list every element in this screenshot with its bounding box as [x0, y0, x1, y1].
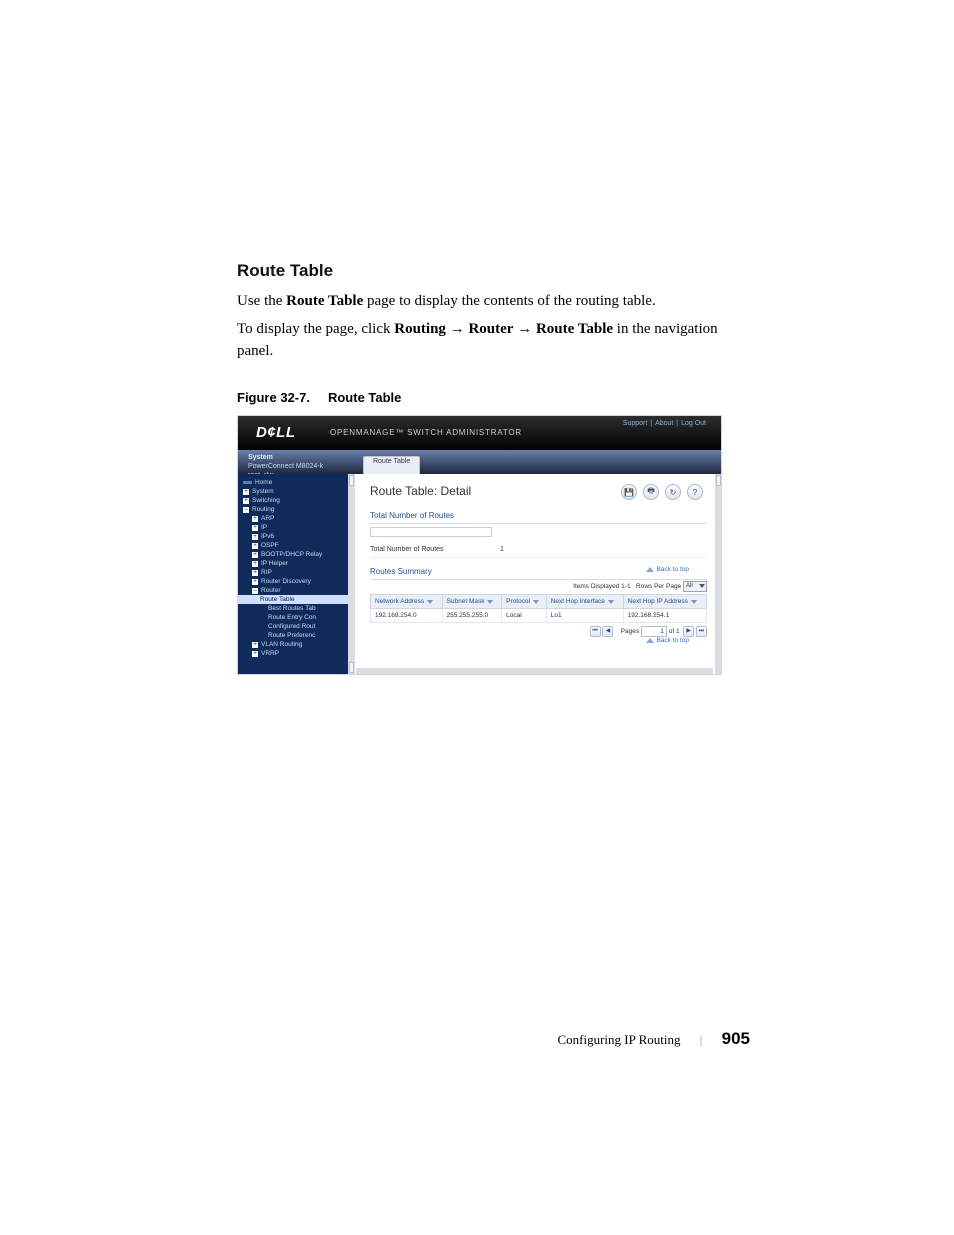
link-about[interactable]: About: [655, 420, 673, 427]
items-displayed-row: Items Displayed 1-1 Rows Per Page All: [370, 581, 707, 592]
nav-item[interactable]: Configured Rout: [238, 622, 355, 631]
nav-item[interactable]: Best Routes Tab: [238, 604, 355, 613]
app-header: D¢LL OPENMANAGE™ SWITCH ADMINISTRATOR Su…: [238, 416, 721, 450]
back-to-top-link[interactable]: Back to top: [646, 637, 689, 644]
nav-tree[interactable]: Home+System+Switching–Routing+ARP+IP+IPv…: [238, 474, 355, 674]
nav-item[interactable]: +IP: [238, 523, 355, 532]
nav-item[interactable]: +VLAN Routing: [238, 640, 355, 649]
nav-item[interactable]: +BOOTP/DHCP Relay: [238, 550, 355, 559]
breadcrumb-tab[interactable]: Route Table: [363, 456, 420, 474]
pager-last-icon[interactable]: ⏭: [696, 626, 707, 637]
link-support[interactable]: Support: [623, 420, 648, 427]
nav-item[interactable]: +RIP: [238, 568, 355, 577]
table-row: 192.168.254.0255.255.255.0LocalLo1192.16…: [371, 609, 707, 623]
screenshot-route-table: D¢LL OPENMANAGE™ SWITCH ADMINISTRATOR Su…: [237, 415, 722, 675]
pager-first-icon[interactable]: ⏮: [590, 626, 601, 637]
refresh-icon[interactable]: ↻: [665, 484, 681, 500]
col-header[interactable]: Protocol: [502, 595, 547, 609]
main-panel: Route Table: Detail 💾 🖶 ↻ ? Total Number…: [356, 474, 721, 674]
dell-logo: D¢LL: [256, 424, 296, 441]
save-icon[interactable]: 💾: [621, 484, 637, 500]
col-header[interactable]: Network Address: [371, 595, 443, 609]
nav-item[interactable]: –Routing: [238, 505, 355, 514]
print-icon[interactable]: 🖶: [643, 484, 659, 500]
page-footer: Configuring IP Routing | 905: [557, 1029, 750, 1049]
figure-caption: Figure 32-7.Route Table: [237, 390, 722, 405]
section-total-routes: Total Number of Routes: [370, 508, 707, 524]
nav-path-paragraph: To display the page, click Routing → Rou…: [237, 319, 722, 363]
section-heading: Route Table: [237, 261, 722, 281]
nav-item[interactable]: +IP Helper: [238, 559, 355, 568]
nav-item[interactable]: +VRRP: [238, 649, 355, 658]
nav-item[interactable]: +Switching: [238, 496, 355, 505]
pager-prev-icon[interactable]: ◀: [602, 626, 613, 637]
nav-item[interactable]: +System: [238, 487, 355, 496]
pager-next-icon[interactable]: ▶: [683, 626, 694, 637]
nav-item[interactable]: +ARP: [238, 514, 355, 523]
nav-item[interactable]: Home: [238, 478, 355, 487]
app-title: OPENMANAGE™ SWITCH ADMINISTRATOR: [330, 428, 522, 437]
nav-item[interactable]: –Router: [238, 586, 355, 595]
nav-scrollbar[interactable]: [348, 474, 355, 674]
col-header[interactable]: Next Hop IP Address: [623, 595, 706, 609]
intro-paragraph: Use the Route Table page to display the …: [237, 291, 722, 313]
section-underline-input: [370, 527, 492, 537]
help-icon[interactable]: ?: [687, 484, 703, 500]
nav-item[interactable]: Route Preferenc: [238, 631, 355, 640]
nav-item[interactable]: +IPv6: [238, 532, 355, 541]
pager-page-input[interactable]: 1: [641, 626, 667, 637]
rows-per-page-select[interactable]: All: [683, 581, 707, 592]
header-links: Support | About | Log Out: [622, 420, 707, 427]
link-logout[interactable]: Log Out: [681, 420, 706, 427]
pager: ⏮ ◀ Pages 1 of 1 ▶ ⏭: [370, 626, 707, 637]
col-header[interactable]: Subnet Mask: [442, 595, 502, 609]
back-to-top-link[interactable]: Back to top: [646, 566, 689, 573]
col-header[interactable]: Next Hop Interface: [546, 595, 623, 609]
total-routes-row: Total Number of Routes 1: [370, 542, 707, 558]
bottom-scrollbar[interactable]: [356, 668, 713, 675]
nav-item[interactable]: Route Entry Con: [238, 613, 355, 622]
routes-table: Network AddressSubnet MaskProtocolNext H…: [370, 594, 707, 623]
main-scrollbar[interactable]: [715, 474, 722, 674]
nav-item[interactable]: +OSPF: [238, 541, 355, 550]
nav-item[interactable]: Route Table: [238, 595, 355, 604]
nav-item[interactable]: +Router Discovery: [238, 577, 355, 586]
